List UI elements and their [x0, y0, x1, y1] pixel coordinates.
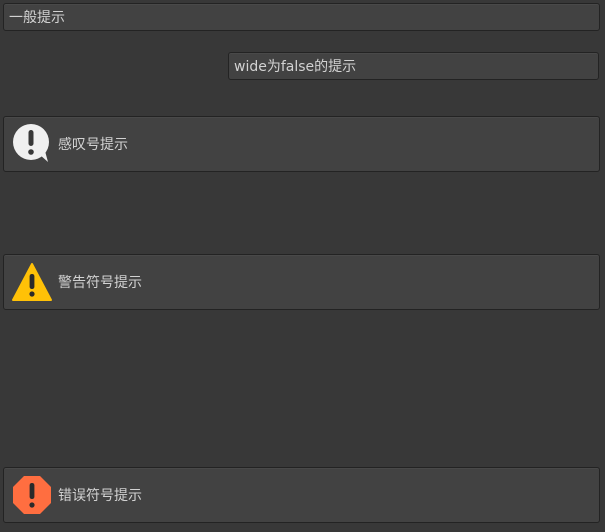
- help-box-error-text: 错误符号提示: [58, 488, 142, 504]
- help-box-error: 错误符号提示: [3, 467, 600, 523]
- help-box-general: 一般提示: [3, 3, 600, 31]
- info-exclamation-bubble-icon: [13, 124, 49, 162]
- help-box-general-text: 一般提示: [9, 10, 65, 26]
- help-box-info: 感叹号提示: [3, 116, 600, 172]
- help-box-warning-text: 警告符号提示: [58, 275, 142, 291]
- inspector-panel: 一般提示 wide为false的提示 感叹号提示 警告符号提示 错误符号提示: [0, 0, 605, 532]
- help-box-info-text: 感叹号提示: [58, 137, 128, 153]
- error-octagon-icon: [13, 476, 51, 514]
- help-box-wide-false: wide为false的提示: [228, 52, 599, 80]
- warning-triangle-icon: [12, 263, 52, 301]
- help-box-warning: 警告符号提示: [3, 254, 600, 310]
- help-box-wide-false-text: wide为false的提示: [234, 59, 357, 75]
